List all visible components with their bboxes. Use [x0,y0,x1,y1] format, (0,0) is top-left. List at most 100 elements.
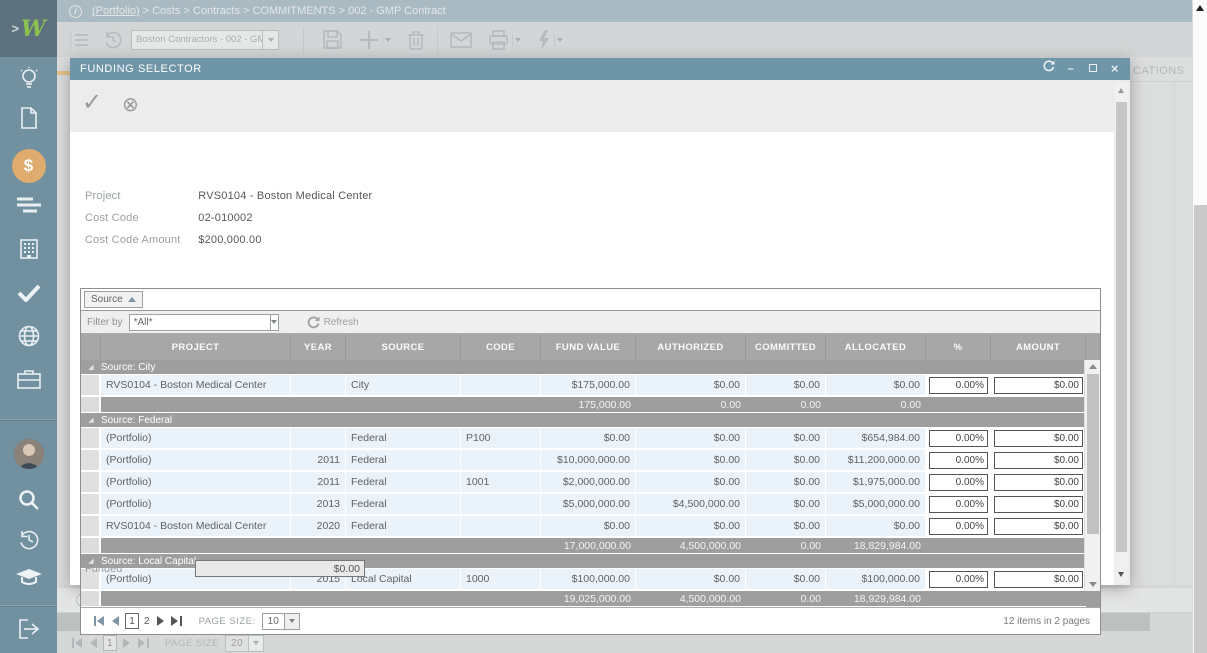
filter-select[interactable] [129,314,279,331]
grid-data-row[interactable]: (Portfolio)2011Federal$10,000,000.00$0.0… [81,450,1086,472]
row-handle[interactable] [81,516,101,536]
filter-input[interactable] [130,317,270,328]
row-handle[interactable] [81,472,101,492]
total-committed: 0.00 [746,591,826,606]
grid-column-header[interactable]: CODE [461,334,541,360]
avatar[interactable] [0,439,57,469]
items-summary: 12 items in 2 pages [1003,616,1090,627]
lightbulb-icon[interactable] [0,67,57,91]
prev-page-icon[interactable] [107,613,123,629]
funding-grid-panel: Source Filter by Refresh [80,288,1101,635]
amount-input[interactable] [994,496,1083,513]
grid-group-row[interactable]: ◢Source: Federal [81,413,1086,428]
collapse-group-icon[interactable]: ◢ [81,416,101,424]
percent-input[interactable] [929,377,988,394]
search-icon[interactable] [0,489,57,511]
amount-input[interactable] [994,377,1083,394]
cell-comm: $0.00 [746,472,826,492]
grid-column-header[interactable]: AMOUNT [991,334,1086,360]
grid-group-row[interactable]: ◢Source: City [81,360,1086,375]
document-icon[interactable] [0,107,57,129]
row-handle [81,538,101,553]
grid-column-header[interactable]: AUTHORIZED [636,334,746,360]
group-by-source-chip[interactable]: Source [84,291,143,308]
funded-input[interactable] [195,560,365,577]
scrollbar-thumb[interactable] [1116,102,1127,552]
percent-input[interactable] [929,474,988,491]
dollar-icon[interactable]: $ [0,149,57,183]
amount-input[interactable] [994,571,1083,588]
percent-input[interactable] [929,518,988,535]
row-handle[interactable] [81,428,101,448]
confirm-check-icon[interactable]: ✓ [82,88,102,117]
minimize-icon[interactable]: – [1060,58,1082,80]
amount-cell [991,428,1086,448]
checkmark-icon[interactable] [0,284,57,302]
cell-alloc: $1,975,000.00 [826,472,926,492]
next-page-icon[interactable] [153,613,169,629]
scroll-down-arrow[interactable] [1118,572,1124,577]
grid-data-row[interactable]: RVS0104 - Boston Medical Center2020Feder… [81,516,1086,538]
percent-input[interactable] [929,571,988,588]
globe-icon[interactable] [0,325,57,347]
chevron-down-icon[interactable] [270,315,278,330]
grid-column-header[interactable]: % [926,334,991,360]
collapse-group-icon[interactable]: ◢ [81,363,101,371]
close-icon[interactable]: × [1104,58,1126,80]
page-size-select[interactable]: 10 [262,613,300,630]
grid-column-header[interactable]: SOURCE [346,334,461,360]
grid-column-header[interactable]: YEAR [291,334,346,360]
app-logo[interactable]: >W [0,0,57,57]
row-handle[interactable] [81,450,101,470]
cell-auth: $0.00 [636,375,746,395]
grid-data-row[interactable]: RVS0104 - Boston Medical CenterCity$175,… [81,375,1086,397]
grid-column-header[interactable]: ALLOCATED [826,334,926,360]
percent-input[interactable] [929,452,988,469]
scroll-down-arrow[interactable] [1089,582,1097,587]
sidebar-expand-icon[interactable]: > [11,21,19,36]
amount-input[interactable] [994,452,1083,469]
scrollbar-thumb[interactable] [1087,374,1099,534]
scroll-up-arrow[interactable] [1118,88,1124,93]
chevron-down-icon[interactable] [284,614,299,629]
amount-input[interactable] [994,430,1083,447]
page-link[interactable]: 2 [144,616,150,627]
grid-data-row[interactable]: (Portfolio)2011Federal1001$2,000,000.00$… [81,472,1086,494]
scroll-up-arrow[interactable] [1089,364,1097,369]
first-page-icon[interactable] [91,613,107,629]
page-scrollbar[interactable] [1192,0,1207,653]
dialog-scrollbar[interactable] [1115,82,1128,583]
row-handle[interactable] [81,494,101,514]
scroll-up-arrow[interactable] [1196,5,1204,11]
row-handle[interactable] [81,375,101,395]
amount-input[interactable] [994,474,1083,491]
briefcase-icon[interactable] [0,369,57,389]
grid-column-header[interactable]: PROJECT [101,334,291,360]
last-page-icon[interactable] [169,613,185,629]
refresh-icon[interactable] [1038,58,1060,80]
grid-column-header[interactable]: COMMITTED [746,334,826,360]
cell-comm: $0.00 [746,494,826,514]
current-page[interactable]: 1 [125,613,139,629]
grid-column-header[interactable]: FUND VALUE [541,334,636,360]
cell-year [291,375,346,395]
cancel-circle-x-icon[interactable]: ⊗ [122,92,139,117]
dialog-toolbar: ✓ ⊗ [70,80,1130,132]
percent-input[interactable] [929,496,988,513]
refresh-button[interactable]: Refresh [307,316,359,329]
menu-bars-icon[interactable] [0,197,57,213]
cell-fund: $100,000.00 [541,569,636,589]
grid-data-row[interactable]: (Portfolio)FederalP100$0.00$0.00$0.00$65… [81,428,1086,450]
scrollbar-thumb[interactable] [1194,205,1207,653]
history-icon[interactable] [0,529,57,551]
grid-scrollbar[interactable] [1084,360,1100,591]
amount-input[interactable] [994,518,1083,535]
graduation-cap-icon[interactable] [0,569,57,587]
logout-icon[interactable] [0,619,57,639]
grid-data-row[interactable]: (Portfolio)2013Federal$5,000,000.00$4,50… [81,494,1086,516]
building-icon[interactable] [0,239,57,259]
maximize-icon[interactable] [1082,58,1104,80]
percent-input[interactable] [929,430,988,447]
cell [101,591,291,606]
dialog-titlebar[interactable]: FUNDING SELECTOR – × [70,58,1130,80]
